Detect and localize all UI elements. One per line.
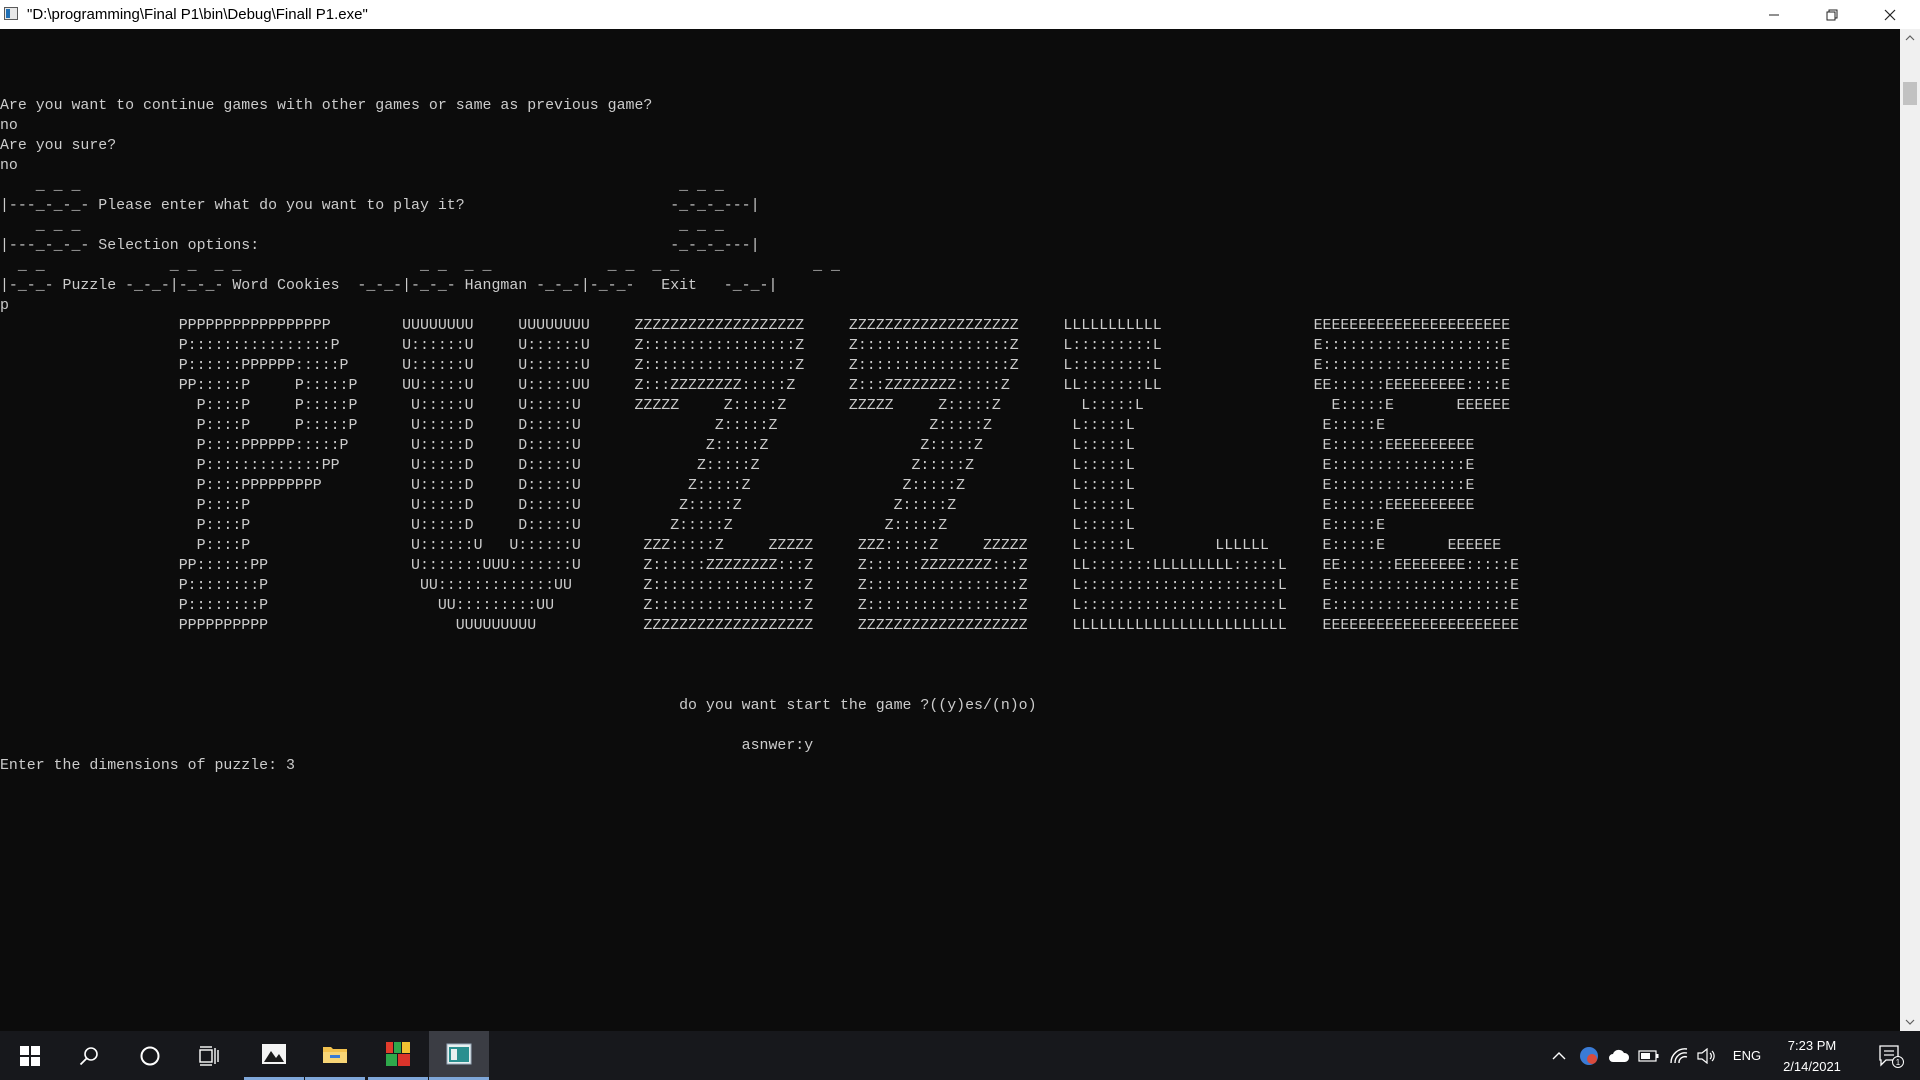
taskbar-app-file-explorer[interactable] [305, 1031, 365, 1080]
photos-icon [262, 1044, 286, 1064]
search-icon [79, 1046, 98, 1065]
notification-count: 1 [1896, 1058, 1901, 1067]
close-button[interactable] [1861, 0, 1919, 29]
folder-icon [323, 1047, 347, 1063]
clock[interactable]: 7:23 PM 2/14/2021 [1772, 1035, 1852, 1077]
console-output-area[interactable]: Are you want to continue games with othe… [0, 29, 1900, 1031]
vertical-scrollbar[interactable] [1900, 29, 1920, 1031]
clock-time: 7:23 PM [1787, 1038, 1837, 1053]
battery-icon [1638, 1049, 1659, 1062]
tray-onedrive-button[interactable] [1606, 1031, 1632, 1080]
tray-wifi-button[interactable] [1666, 1031, 1692, 1080]
clock-date: 2/14/2021 [1783, 1059, 1841, 1074]
language-label: ENG [1732, 1048, 1762, 1063]
taskbar: ENG 7:23 PM 2/14/2021 1 [0, 1031, 1920, 1080]
taskbar-app-colorful[interactable] [368, 1031, 428, 1080]
task-view-icon [199, 1045, 219, 1066]
console-window-icon [446, 1043, 472, 1065]
console-app-icon [4, 7, 18, 20]
tray-security-icon-button[interactable] [1576, 1031, 1602, 1080]
minimize-button[interactable] [1745, 0, 1803, 29]
scroll-thumb[interactable] [1903, 82, 1917, 105]
start-button[interactable] [0, 1031, 60, 1080]
restore-button[interactable] [1803, 0, 1861, 29]
cortana-button[interactable] [120, 1031, 180, 1080]
windows-logo-icon [20, 1045, 40, 1066]
taskbar-app-photos[interactable] [244, 1031, 304, 1080]
window-title-bar[interactable]: "D:\programming\Final P1\bin\Debug\Final… [0, 0, 1920, 29]
colorful-grid-icon [386, 1042, 410, 1066]
console-text: Are you want to continue games with othe… [0, 98, 1520, 774]
chevron-up-icon [1905, 35, 1915, 41]
tray-battery-button[interactable] [1636, 1031, 1662, 1080]
task-view-button[interactable] [180, 1031, 240, 1080]
close-icon [1884, 9, 1896, 20]
language-indicator[interactable]: ENG [1727, 1031, 1767, 1080]
chevron-up-icon [1552, 1051, 1566, 1059]
notification-icon: 1 [1879, 1044, 1904, 1068]
notifications-button[interactable]: 1 [1866, 1031, 1916, 1080]
tray-volume-button[interactable] [1694, 1031, 1720, 1080]
scroll-down-button[interactable] [1900, 1013, 1920, 1031]
speaker-icon [1697, 1047, 1715, 1064]
scroll-up-button[interactable] [1900, 29, 1920, 47]
shield-app-icon [1580, 1046, 1598, 1065]
cloud-icon [1609, 1049, 1630, 1062]
taskbar-app-console[interactable] [429, 1031, 489, 1080]
show-hidden-icons-button[interactable] [1546, 1031, 1572, 1080]
search-button[interactable] [59, 1031, 119, 1080]
cortana-circle-icon [140, 1046, 160, 1065]
window-title: "D:\programming\Final P1\bin\Debug\Final… [27, 6, 368, 23]
minimize-icon [1769, 14, 1779, 15]
restore-icon [1826, 9, 1838, 20]
wifi-icon [1670, 1047, 1688, 1063]
chevron-down-icon [1905, 1019, 1915, 1025]
